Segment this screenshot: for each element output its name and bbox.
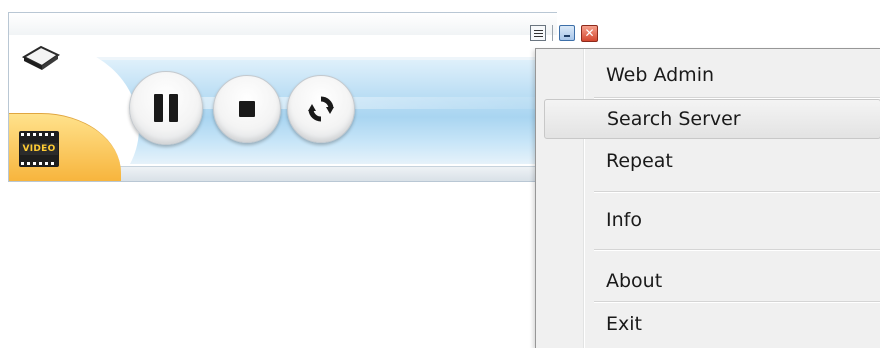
- menu-item-label: Web Admin: [606, 64, 715, 86]
- menu-item-label: Repeat: [606, 150, 673, 172]
- menu-item-label: About: [606, 270, 663, 292]
- toolbar-separator: [552, 25, 553, 41]
- menu-item-web-admin[interactable]: Web Admin: [544, 55, 880, 95]
- window-controls: ✕: [530, 22, 598, 44]
- minimize-icon[interactable]: [559, 25, 575, 41]
- menu-item-about[interactable]: About: [544, 261, 880, 301]
- menu-icon[interactable]: [530, 25, 546, 41]
- menu-item-exit[interactable]: Exit: [544, 304, 880, 344]
- video-badge-icon[interactable]: VIDEO: [19, 131, 59, 167]
- device-icon: [21, 45, 61, 70]
- menu-separator: [594, 191, 880, 193]
- stop-button[interactable]: [213, 75, 281, 143]
- menu-item-repeat[interactable]: Repeat: [544, 141, 880, 181]
- close-icon[interactable]: ✕: [581, 24, 598, 42]
- menu-item-label: Exit: [606, 313, 642, 335]
- menu-separator: [594, 301, 880, 303]
- context-menu: Web Admin Search Server Repeat Info Abou…: [535, 48, 880, 348]
- refresh-icon: [308, 96, 334, 122]
- stop-icon: [239, 101, 255, 117]
- menu-item-info[interactable]: Info: [544, 200, 880, 240]
- menu-item-search-server[interactable]: Search Server: [544, 99, 880, 139]
- menu-item-label: Info: [606, 209, 642, 231]
- menu-item-label: Search Server: [607, 108, 741, 130]
- player-window: VIDEO: [8, 12, 557, 182]
- pause-button[interactable]: [129, 71, 203, 145]
- menu-separator: [594, 249, 880, 251]
- player-header-band: [9, 13, 557, 35]
- video-badge-label: VIDEO: [20, 143, 58, 155]
- pause-icon: [154, 94, 178, 122]
- repeat-button[interactable]: [287, 75, 355, 143]
